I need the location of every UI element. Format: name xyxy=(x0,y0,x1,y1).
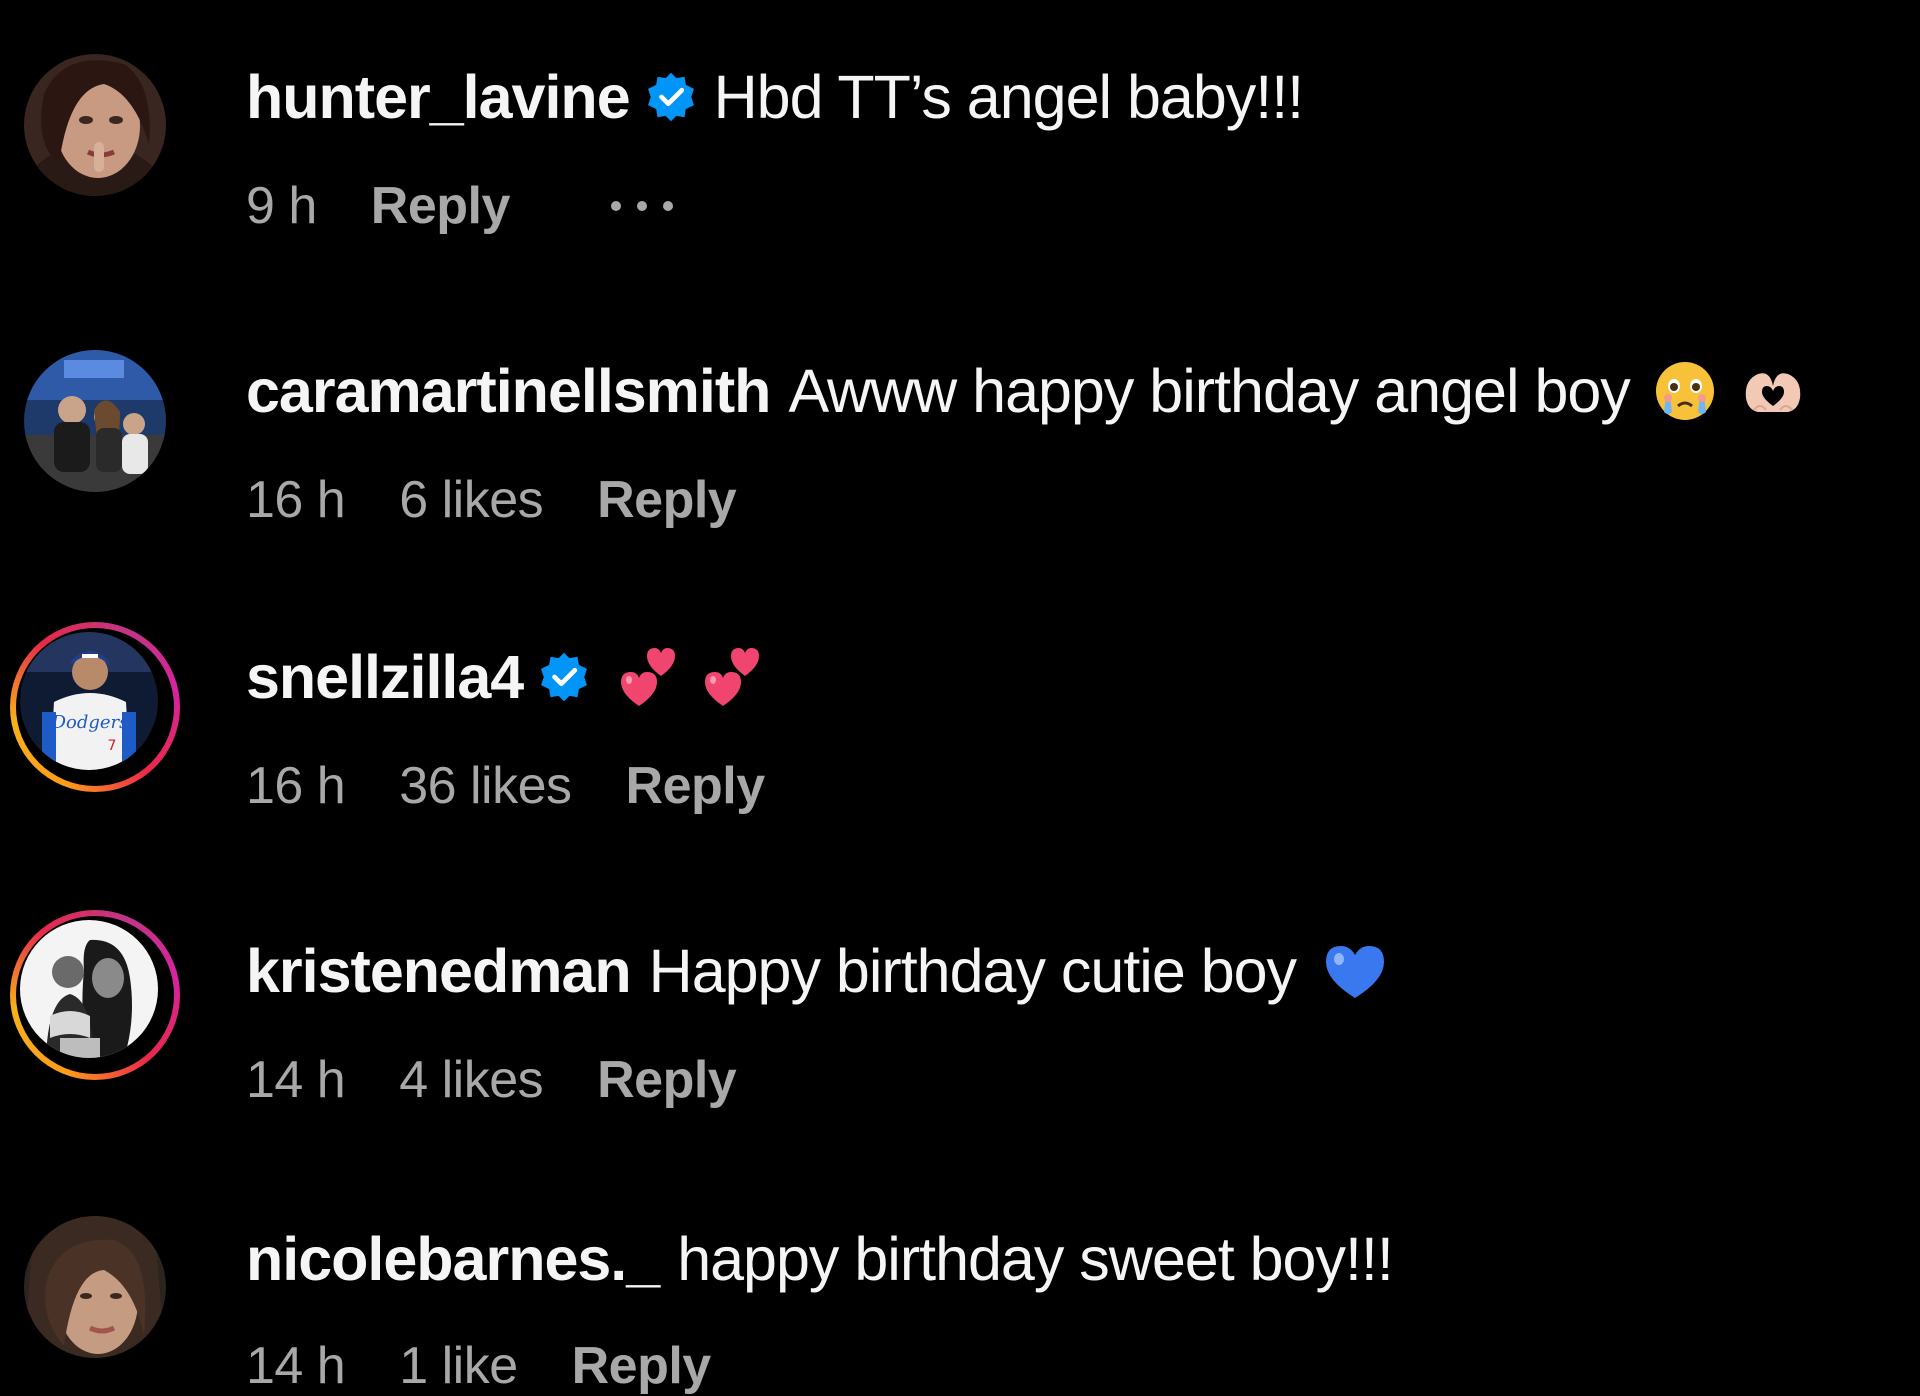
reply-button[interactable]: Reply xyxy=(626,756,766,816)
svg-text:7: 7 xyxy=(108,738,117,754)
comment-text: Hbd TT’s angel baby!!! xyxy=(713,63,1304,131)
verified-badge-icon xyxy=(644,70,698,124)
comment-meta: 16 h 6 likes Reply xyxy=(246,470,737,530)
crying-face-emoji-icon xyxy=(1652,358,1718,424)
avatar-story-ring[interactable]: Dodgers 7 xyxy=(10,622,180,792)
comment-text: happy birthday sweet boy!!! xyxy=(677,1225,1394,1293)
comment-line: snellzilla4 xyxy=(246,642,763,712)
avatar[interactable] xyxy=(24,350,166,492)
likes-count[interactable]: 4 likes xyxy=(399,1050,543,1110)
likes-count[interactable]: 6 likes xyxy=(399,470,543,530)
username-link[interactable]: caramartinellsmith xyxy=(246,356,771,426)
comment-time[interactable]: 14 h xyxy=(246,1050,346,1110)
avatar xyxy=(20,920,158,1058)
svg-text:Dodgers: Dodgers xyxy=(51,712,129,733)
comment-time[interactable]: 16 h xyxy=(246,470,346,530)
comment-line: caramartinellsmith Awww happy birthday a… xyxy=(246,356,1806,426)
comment-text: Awww happy birthday angel boy xyxy=(788,357,1630,425)
comment-line: nicolebarnes._ happy birthday sweet boy!… xyxy=(246,1224,1394,1294)
likes-count[interactable]: 1 like xyxy=(399,1336,518,1396)
reply-button[interactable]: Reply xyxy=(597,1050,737,1110)
comment-time[interactable]: 14 h xyxy=(246,1336,346,1396)
reply-button[interactable]: Reply xyxy=(572,1336,712,1396)
comment-line: hunter_lavine Hbd TT’s angel baby!!! xyxy=(246,62,1304,132)
username-link[interactable]: nicolebarnes._ xyxy=(246,1224,660,1294)
heart-hands-emoji-icon xyxy=(1740,358,1806,424)
more-options-icon[interactable] xyxy=(606,196,678,216)
avatar[interactable] xyxy=(24,54,166,196)
username-link[interactable]: snellzilla4 xyxy=(246,642,524,712)
avatar-story-ring[interactable] xyxy=(10,910,180,1080)
comment-text: Happy birthday cutie boy xyxy=(648,937,1297,1005)
avatar: Dodgers 7 xyxy=(20,632,158,770)
comment-meta: 16 h 36 likes Reply xyxy=(246,756,765,816)
comment-meta: 9 h Reply xyxy=(246,176,678,236)
username-link[interactable]: hunter_lavine xyxy=(246,62,631,132)
two-hearts-emoji-icon xyxy=(613,644,679,710)
comment-time[interactable]: 9 h xyxy=(246,176,317,236)
two-hearts-emoji-icon xyxy=(697,644,763,710)
reply-button[interactable]: Reply xyxy=(371,176,511,236)
blue-heart-emoji-icon xyxy=(1322,938,1388,1004)
comment-meta: 14 h 4 likes Reply xyxy=(246,1050,737,1110)
comment-time[interactable]: 16 h xyxy=(246,756,346,816)
comment-line: kristenedman Happy birthday cutie boy xyxy=(246,936,1388,1006)
reply-button[interactable]: Reply xyxy=(597,470,737,530)
username-link[interactable]: kristenedman xyxy=(246,936,632,1006)
comment-meta: 14 h 1 like Reply xyxy=(246,1336,711,1396)
avatar[interactable] xyxy=(24,1216,166,1358)
verified-badge-icon xyxy=(537,650,591,704)
likes-count[interactable]: 36 likes xyxy=(399,756,572,816)
